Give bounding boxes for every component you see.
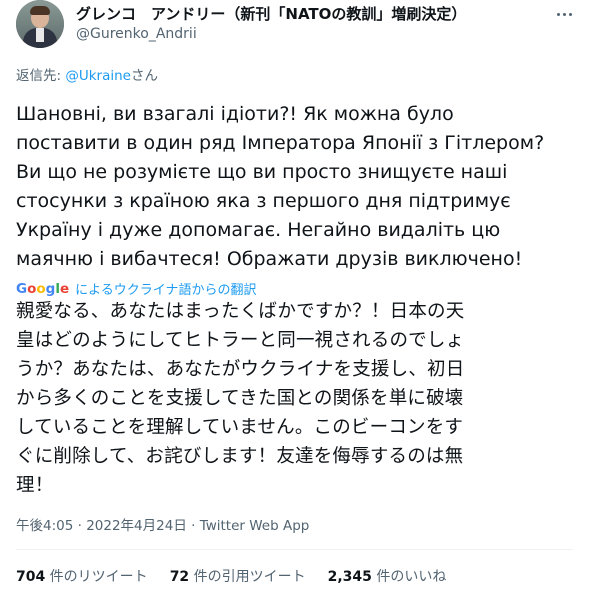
tweet-text: Шановні, ви взагалі ідіоти?! Як можна бу… (16, 103, 545, 270)
quotes-count: 72 (169, 569, 190, 585)
retweets-label: 件のリツイート (45, 569, 148, 585)
translated-text: 親愛なる、あなたはまったくばかですか？！日本の天 皇はどのようにしてヒトラーと同… (16, 301, 465, 496)
tweet-source: Twitter Web App (199, 518, 310, 534)
author-handle[interactable]: @Gurenko_Andrii (76, 26, 197, 42)
meta-separator: · (186, 518, 200, 534)
retweets-count: 704 (16, 569, 46, 585)
tweet-header: グレンコ アンドリー（新刊「NATOの教訓」増刷決定） @Gurenko_And… (16, 0, 576, 48)
tweet-meta: 午後4:05 · 2022年4月24日 · Twitter Web App (16, 514, 309, 534)
divider (16, 549, 573, 550)
likes-count: 2,345 (327, 569, 372, 585)
avatar[interactable] (16, 0, 64, 48)
reply-to: 返信先: @Ukraineさん (16, 64, 158, 84)
more-options-icon[interactable] (554, 6, 574, 22)
likes-label: 件のいいね (371, 569, 447, 585)
tweet-date-link[interactable]: 2022年4月24日 (86, 518, 187, 534)
reply-prefix: 返信先: (16, 68, 66, 84)
reply-mention-link[interactable]: @Ukraine (65, 68, 131, 84)
retweets-stat[interactable]: 704 件のリツイート (16, 566, 148, 586)
meta-separator: · (73, 518, 87, 534)
google-logo-icon: Google (16, 280, 70, 297)
reply-suffix: さん (130, 68, 158, 84)
quotes-label: 件の引用ツイート (189, 569, 306, 585)
translation-attribution[interactable]: Google によるウクライナ語からの翻訳 (16, 279, 257, 299)
tweet-stats: 704 件のリツイート 72 件の引用ツイート 2,345 件のいいね (16, 566, 446, 586)
tweet-time-link[interactable]: 午後4:05 (16, 518, 73, 534)
quotes-stat[interactable]: 72 件の引用ツイート (170, 566, 306, 586)
likes-stat[interactable]: 2,345 件のいいね (328, 566, 447, 586)
translation-label: によるウクライナ語からの翻訳 (75, 283, 257, 298)
author-name[interactable]: グレンコ アンドリー（新刊「NATOの教訓」増刷決定） (76, 3, 466, 24)
